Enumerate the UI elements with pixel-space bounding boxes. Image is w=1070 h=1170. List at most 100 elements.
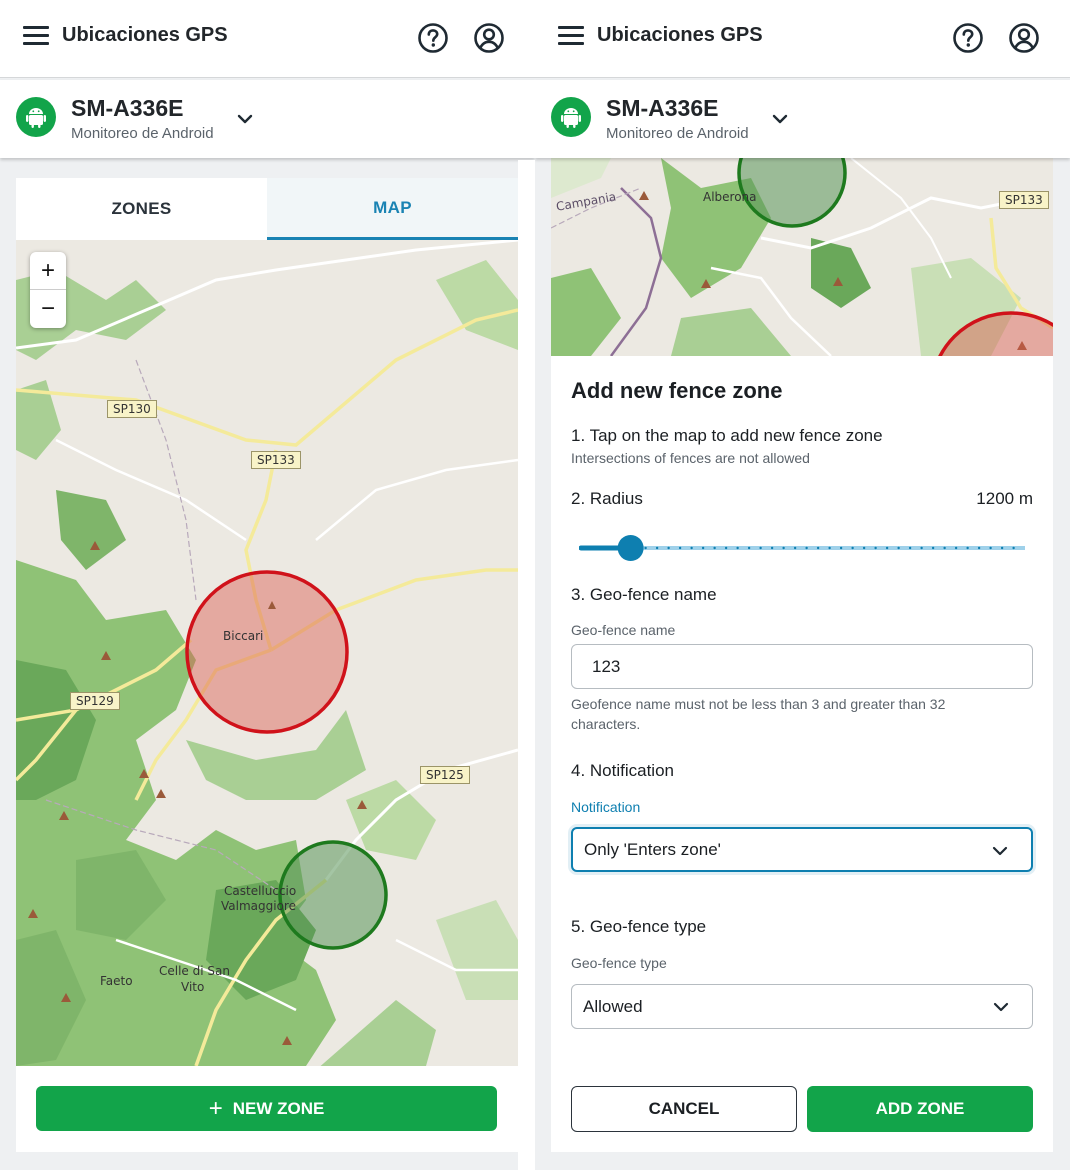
- slider-tick: [885, 546, 889, 550]
- radius-slider[interactable]: [579, 534, 1025, 564]
- road-label-sp130: SP130: [107, 400, 157, 418]
- android-avatar: [551, 97, 591, 137]
- place-label-vito: Vito: [181, 980, 205, 994]
- road-label-sp133: SP133: [251, 451, 301, 469]
- chevron-down-icon[interactable]: [769, 108, 791, 130]
- place-label-valmaggiore: Valmaggiore: [221, 899, 296, 913]
- cancel-button[interactable]: CANCEL: [571, 1086, 797, 1132]
- slider-tick: [943, 546, 946, 550]
- app-title: Ubicaciones GPS: [597, 24, 763, 46]
- place-label-biccari: Biccari: [223, 629, 264, 643]
- type-field-label: Geo-fence type: [571, 955, 667, 971]
- step-2-label: 2. Radius: [571, 489, 643, 508]
- slider-thumb[interactable]: [617, 535, 644, 561]
- slider-tick: [931, 546, 935, 550]
- device-name: SM-A336E: [606, 95, 719, 121]
- slider-tick: [805, 546, 808, 550]
- add-zone-card: Campania Alberona SP133 Add new fence zo…: [551, 158, 1053, 1152]
- notification-field-label: Notification: [571, 799, 641, 815]
- menu-icon[interactable]: [23, 26, 49, 48]
- menu-icon[interactable]: [558, 26, 584, 48]
- slider-tick: [678, 546, 682, 550]
- slider-tick: [667, 546, 670, 550]
- step-5-label: 5. Geo-fence type: [571, 917, 707, 936]
- place-label-celle: Celle di San: [159, 964, 230, 978]
- device-selector[interactable]: SM-A336E Monitoreo de Android: [0, 80, 535, 158]
- place-label-castelluccio: Castelluccio: [224, 884, 297, 898]
- help-icon[interactable]: [417, 22, 449, 54]
- slider-tick: [747, 546, 751, 550]
- slider-tick: [908, 546, 912, 550]
- step-1-label: 1. Tap on the map to add new fence zone: [571, 426, 883, 445]
- android-icon: [26, 108, 46, 128]
- geofence-type-value: Allowed: [583, 996, 643, 1016]
- geofence-name-input[interactable]: 123: [571, 644, 1033, 689]
- slider-tick: [816, 546, 820, 550]
- new-zone-label: NEW ZONE: [232, 1098, 325, 1118]
- slider-tick: [977, 546, 981, 550]
- slider-tick: [954, 546, 958, 550]
- slider-tick: [1000, 546, 1004, 550]
- left-screen: Ubicaciones GPS SM-A336E Monitoreo de An…: [0, 0, 535, 1170]
- right-screen: Campania Alberona SP133 Add new fence zo…: [535, 0, 1070, 1170]
- slider-tick: [966, 546, 969, 550]
- slider-tick: [736, 546, 739, 550]
- device-name: SM-A336E: [71, 95, 184, 121]
- slider-tick: [759, 546, 762, 550]
- map-canvas[interactable]: [16, 238, 518, 1070]
- account-icon[interactable]: [1008, 22, 1040, 54]
- panel-gutter: [518, 160, 535, 1170]
- tab-bar: ZONES MAP: [16, 178, 518, 240]
- step-4-label: 4. Notification: [571, 761, 674, 780]
- notification-select[interactable]: Only 'Enters zone': [571, 827, 1033, 872]
- zoom-in-button[interactable]: +: [30, 252, 66, 290]
- road-label-sp133-preview: SP133: [999, 191, 1049, 209]
- app-bar: Ubicaciones GPS: [535, 0, 1070, 78]
- add-zone-button[interactable]: ADD ZONE: [807, 1086, 1033, 1132]
- map-view[interactable]: SP130 SP133 SP129 SP125 Biccari Castellu…: [16, 238, 518, 1070]
- plus-icon: +: [208, 1094, 223, 1122]
- zone-red-circle[interactable]: [185, 570, 349, 734]
- zones-card: ZONES MAP SP130 SP133 SP129 SP125 Biccar…: [16, 178, 518, 1152]
- step-3-label: 3. Geo-fence name: [571, 585, 717, 604]
- chevron-down-icon[interactable]: [234, 108, 256, 130]
- slider-tick: [782, 546, 785, 550]
- slider-tick: [862, 546, 866, 550]
- account-icon[interactable]: [473, 22, 505, 54]
- map-preview-canvas[interactable]: [551, 158, 1053, 475]
- slider-tick: [851, 546, 854, 550]
- chevron-down-icon: [993, 1002, 1009, 1012]
- slider-tick: [989, 546, 992, 550]
- place-label-faeto: Faeto: [100, 974, 133, 988]
- geofence-type-select[interactable]: Allowed: [571, 984, 1033, 1029]
- road-label-sp125: SP125: [420, 766, 470, 784]
- slider-tick: [655, 546, 659, 550]
- step-1-hint: Intersections of fences are not allowed: [571, 450, 810, 466]
- slider-tick: [1012, 546, 1015, 550]
- notification-select-value: Only 'Enters zone': [584, 839, 721, 859]
- tab-map[interactable]: MAP: [267, 178, 518, 240]
- road-label-sp129: SP129: [70, 692, 120, 710]
- new-zone-button[interactable]: + NEW ZONE: [36, 1086, 497, 1131]
- device-selector[interactable]: SM-A336E Monitoreo de Android: [535, 80, 1070, 158]
- zoom-control: + −: [30, 252, 66, 328]
- help-icon[interactable]: [952, 22, 984, 54]
- device-subtitle: Monitoreo de Android: [71, 125, 214, 142]
- app-bar: Ubicaciones GPS: [0, 0, 535, 78]
- slider-tick: [770, 546, 774, 550]
- slider-tick: [713, 546, 716, 550]
- radius-value: 1200 m: [976, 489, 1033, 508]
- slider-tick: [690, 546, 693, 550]
- place-label-alberona: Alberona: [703, 190, 757, 204]
- slider-tick: [724, 546, 728, 550]
- slider-tick: [793, 546, 797, 550]
- form-title: Add new fence zone: [571, 378, 783, 403]
- app-title: Ubicaciones GPS: [62, 24, 228, 46]
- map-preview[interactable]: Campania Alberona SP133: [551, 158, 1053, 475]
- android-icon: [561, 108, 581, 128]
- tab-zones[interactable]: ZONES: [16, 178, 267, 240]
- chevron-down-icon: [992, 846, 1008, 856]
- slider-tick: [839, 546, 843, 550]
- zoom-out-button[interactable]: −: [30, 290, 66, 328]
- slider-tick: [920, 546, 923, 550]
